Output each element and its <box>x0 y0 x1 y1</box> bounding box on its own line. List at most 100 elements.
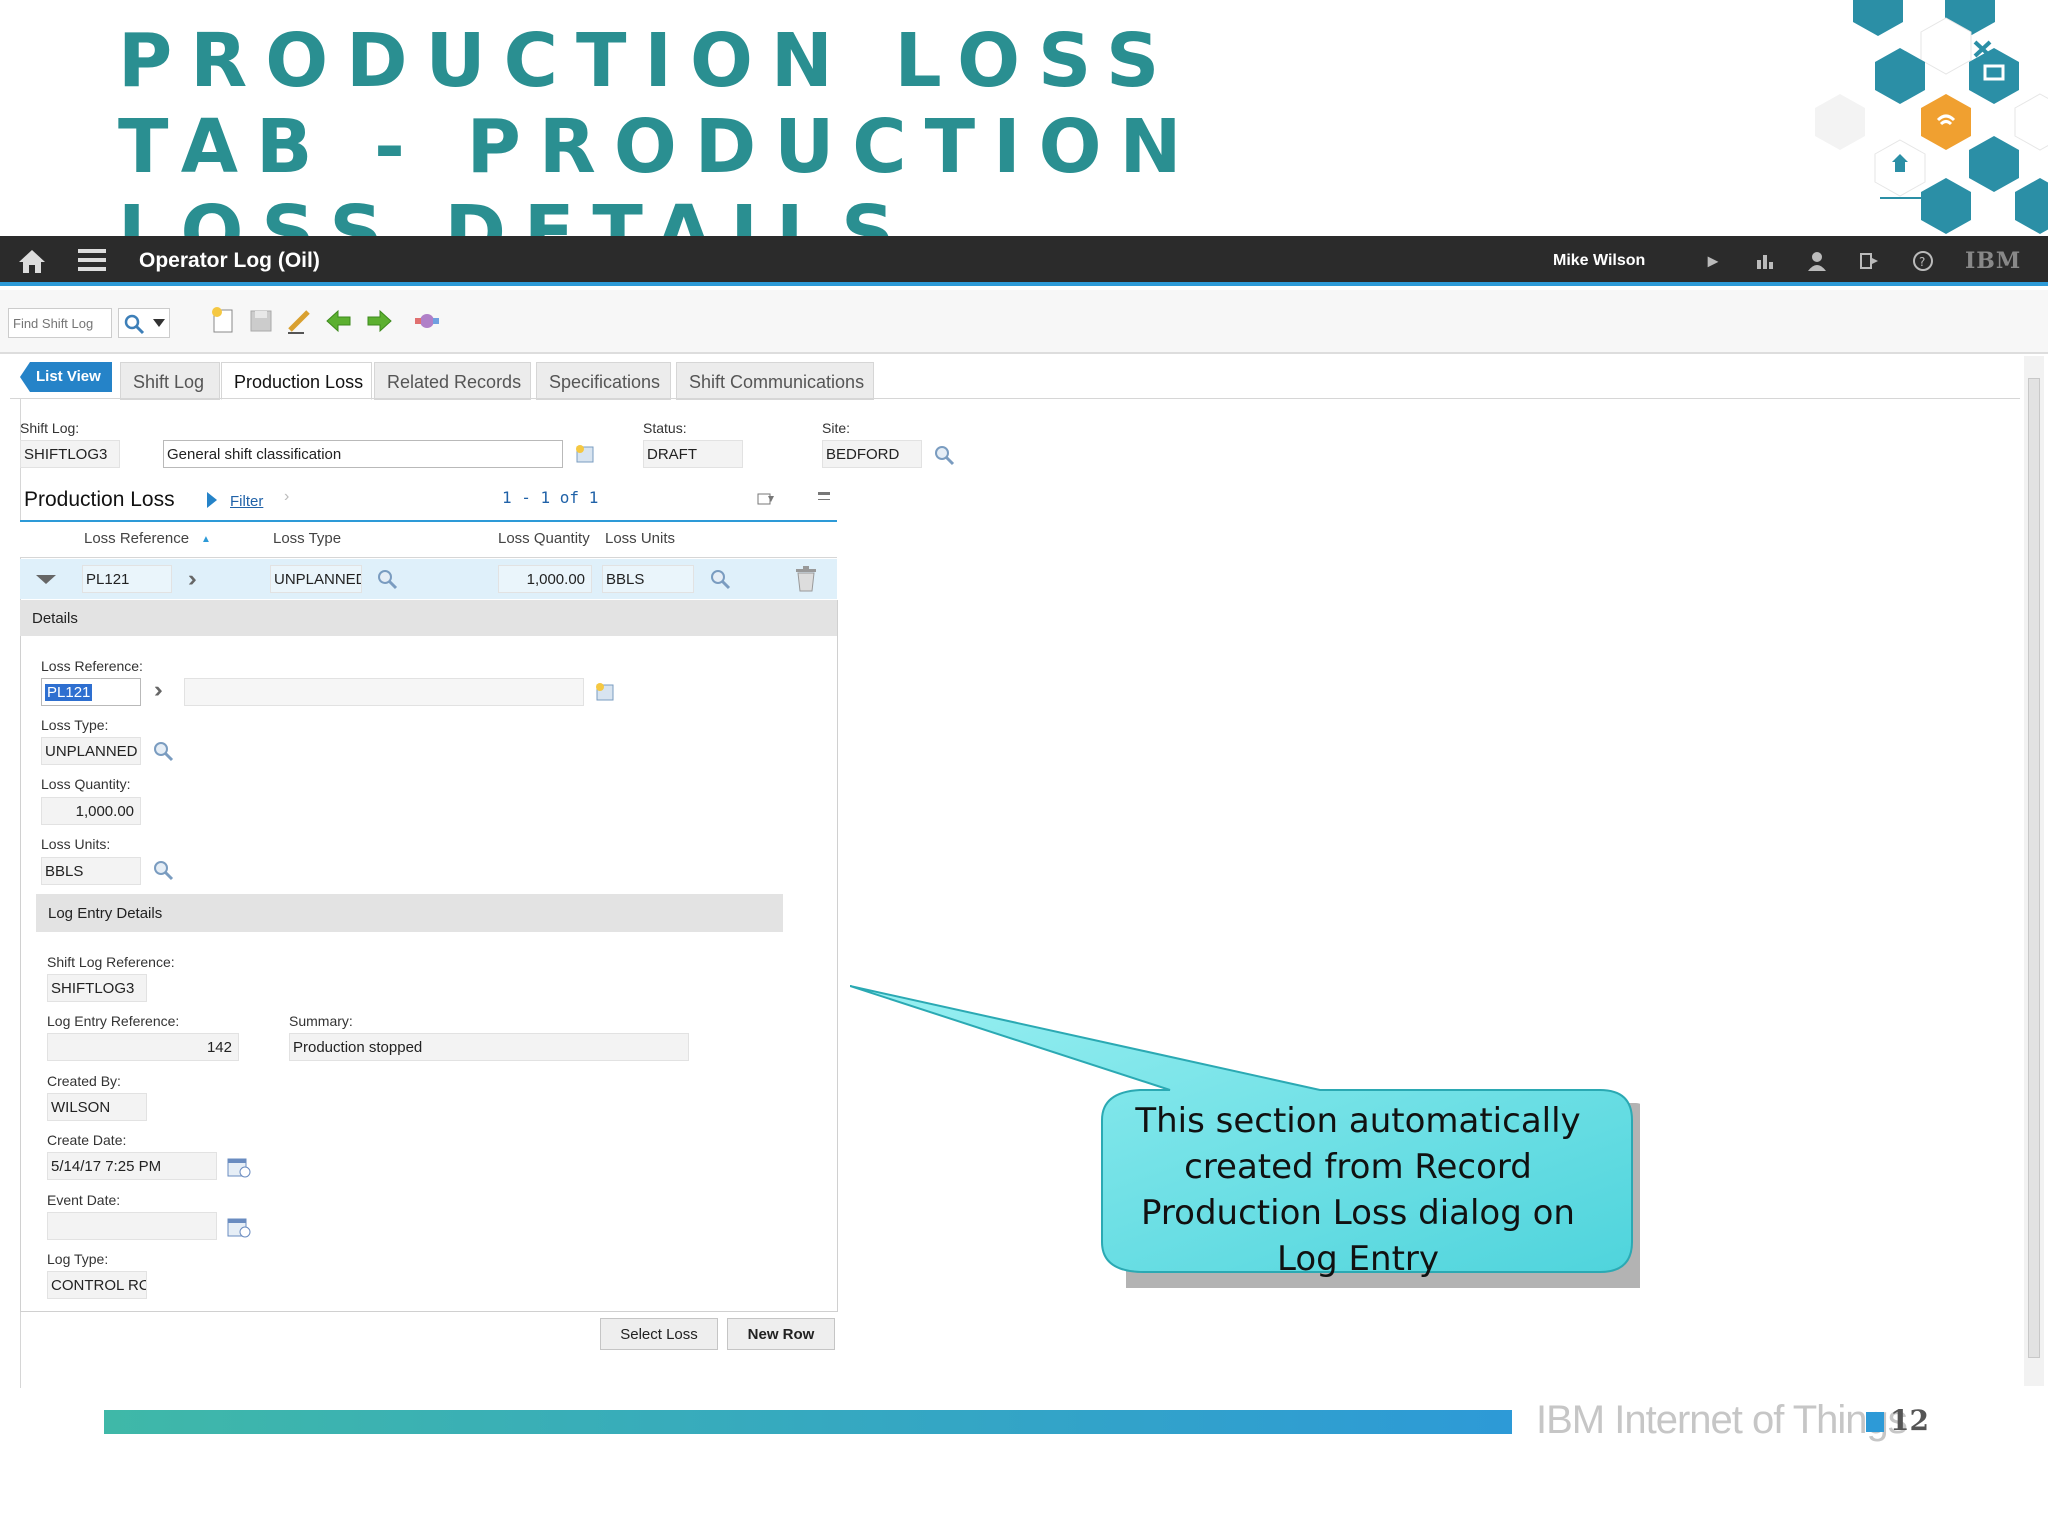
tab-shift-communications[interactable]: Shift Communications <box>676 362 874 400</box>
column-loss-reference[interactable]: Loss Reference <box>84 530 189 547</box>
table-row[interactable]: PL121 ›› UNPLANNED 1,000.00 BBLS <box>20 559 837 599</box>
log-type-label: Log Type: <box>47 1251 109 1267</box>
status-label: Status: <box>643 420 687 436</box>
shift-log-description-field[interactable]: General shift classification <box>163 440 563 468</box>
status-field: DRAFT <box>643 440 743 468</box>
created-by-field: WILSON <box>47 1093 147 1121</box>
tab-related-records[interactable]: Related Records <box>374 362 531 400</box>
column-loss-type[interactable]: Loss Type <box>273 530 341 547</box>
list-view-button[interactable]: List View <box>20 362 112 392</box>
slide-title: Production Loss Tab - Production Loss De… <box>118 18 1358 236</box>
log-entry-reference-field: 142 <box>47 1033 239 1061</box>
shift-log-reference-label: Shift Log Reference: <box>47 954 175 970</box>
profile-icon[interactable] <box>1806 250 1828 272</box>
new-row-button[interactable]: New Row <box>727 1318 835 1350</box>
column-loss-quantity[interactable]: Loss Quantity <box>498 530 590 547</box>
page-number-marker <box>1866 1412 1884 1432</box>
shift-log-reference-field: SHIFTLOG3 <box>47 974 147 1002</box>
footer-gradient-bar <box>104 1410 1512 1434</box>
log-entry-reference-label: Log Entry Reference: <box>47 1013 180 1029</box>
detail-loss-type-label: Loss Type: <box>41 717 109 733</box>
reports-icon[interactable] <box>1754 250 1776 272</box>
loss-units-lookup-icon[interactable] <box>709 568 731 590</box>
previous-record-icon[interactable] <box>324 306 354 336</box>
long-description-icon[interactable] <box>594 681 616 703</box>
delete-row-icon[interactable] <box>794 566 818 592</box>
ibm-logo: IBM <box>1965 248 2022 274</box>
pagination-text: 1 - 1 of 1 <box>502 488 599 507</box>
svg-text:?: ? <box>1919 255 1925 269</box>
tab-production-loss[interactable]: Production Loss <box>221 362 372 400</box>
chevron-right-icon[interactable]: › <box>284 488 289 506</box>
row-expand-icon[interactable] <box>36 573 56 585</box>
summary-label: Summary: <box>289 1013 353 1029</box>
slide-title-line-1: Production Loss <box>118 18 1178 104</box>
shift-log-label: Shift Log: <box>20 420 80 436</box>
site-lookup-icon[interactable] <box>933 444 955 466</box>
new-record-icon[interactable] <box>208 306 238 336</box>
row-loss-type: UNPLANNED <box>270 565 362 593</box>
sort-ascending-icon[interactable]: ▲ <box>201 534 211 545</box>
next-record-icon[interactable] <box>364 306 394 336</box>
detail-loss-type-field: UNPLANNED L <box>41 737 141 765</box>
detail-loss-quantity-label: Loss Quantity: <box>41 776 131 792</box>
tab-specifications[interactable]: Specifications <box>536 362 671 400</box>
footer-brand: IBM Internet of Things <box>1536 1398 1908 1442</box>
find-search-button[interactable] <box>118 308 170 338</box>
loss-type-lookup-icon[interactable] <box>152 740 174 762</box>
sign-out-icon[interactable] <box>1858 250 1880 272</box>
page-number: 12 <box>1890 1404 1929 1437</box>
site-label: Site: <box>822 420 851 436</box>
filter-arrow-icon[interactable] <box>205 490 219 510</box>
column-loss-units[interactable]: Loss Units <box>605 530 675 547</box>
row-loss-reference: PL121 <box>82 565 172 593</box>
table-header: Loss Reference ▲ Loss Type Loss Quantity… <box>20 520 837 558</box>
loss-type-lookup-icon[interactable] <box>376 568 398 590</box>
vertical-scrollbar[interactable] <box>2024 356 2044 1386</box>
home-icon[interactable] <box>18 248 46 274</box>
download-icon[interactable] <box>756 490 776 508</box>
detail-loss-units-field: BBLS <box>41 857 141 885</box>
event-date-field[interactable] <box>47 1212 217 1240</box>
hexagon-decoration-icon <box>1815 0 2048 234</box>
scrollbar-thumb[interactable] <box>2028 378 2040 1358</box>
app-header: Operator Log (Oil) Mike Wilson ► ? IBM <box>0 236 2048 286</box>
help-icon[interactable]: ? <box>1912 250 1934 272</box>
calendar-icon[interactable] <box>226 1215 252 1239</box>
slide-title-line-3: Loss Details <box>118 190 913 236</box>
detail-menu-icon[interactable]: ›› <box>154 677 162 703</box>
filter-link[interactable]: Filter <box>230 493 263 510</box>
summary-field: Production stopped <box>289 1033 689 1061</box>
app-title: Operator Log (Oil) <box>139 249 320 272</box>
edit-icon[interactable] <box>284 306 314 336</box>
detail-loss-reference-label: Loss Reference: <box>41 658 143 674</box>
tab-shift-log[interactable]: Shift Log <box>120 362 220 400</box>
production-loss-section-title: Production Loss <box>24 488 175 511</box>
hamburger-menu-icon[interactable] <box>78 249 106 271</box>
event-date-label: Event Date: <box>47 1192 121 1208</box>
chevron-down-icon <box>153 319 165 327</box>
workflow-icon[interactable] <box>412 306 442 336</box>
collapse-icon[interactable] <box>818 492 830 500</box>
detail-loss-reference-input[interactable]: PL121 <box>41 678 141 706</box>
callout-text: This section automatically created from … <box>1135 1101 1581 1279</box>
tab-panel-border <box>10 398 2020 399</box>
find-shift-log-input[interactable] <box>8 308 112 338</box>
select-loss-button[interactable]: Select Loss <box>600 1318 718 1350</box>
slide-title-line-2: Tab - Production <box>118 104 1200 190</box>
search-icon <box>124 314 145 335</box>
toolbar <box>0 290 2048 354</box>
long-description-icon[interactable] <box>574 443 596 465</box>
detail-menu-icon[interactable]: ›› <box>188 566 196 592</box>
detail-loss-units-label: Loss Units: <box>41 836 111 852</box>
created-by-label: Created By: <box>47 1073 121 1089</box>
bulletin-icon[interactable]: ► <box>1702 250 1724 272</box>
create-date-field: 5/14/17 7:25 PM <box>47 1152 217 1180</box>
save-icon[interactable] <box>246 306 276 336</box>
detail-loss-reference-value: PL121 <box>45 684 93 701</box>
shift-log-field: SHIFTLOG3 <box>20 440 120 468</box>
site-field: BEDFORD <box>822 440 922 468</box>
user-name[interactable]: Mike Wilson <box>1553 252 1645 270</box>
loss-units-lookup-icon[interactable] <box>152 859 174 881</box>
calendar-icon[interactable] <box>226 1155 252 1179</box>
